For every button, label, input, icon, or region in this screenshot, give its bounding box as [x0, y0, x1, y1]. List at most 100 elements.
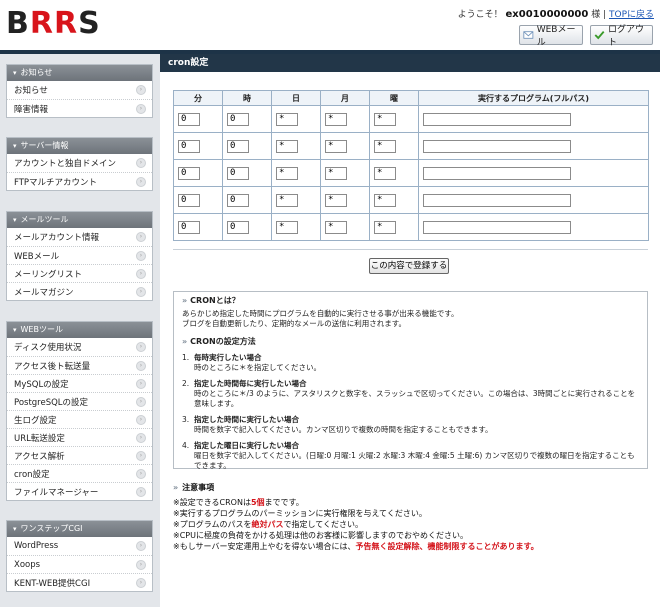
cell: *	[369, 105, 419, 133]
sidebar-item-url-forward[interactable]: URL転送設定 ›	[7, 428, 152, 446]
day-input[interactable]: *	[276, 166, 298, 180]
info-text: ブログを自動更新したり、定期的なメールの送信に利用されます。	[182, 319, 406, 328]
sidebar-item-xoops[interactable]: Xoops ›	[7, 555, 152, 573]
col-weekday: 曜	[369, 90, 419, 106]
minute-input[interactable]: 0	[178, 193, 200, 207]
program-input[interactable]	[423, 220, 571, 234]
sidebar-item-wordpress[interactable]: WordPress ›	[7, 537, 152, 555]
list-item: 1. 毎時実行したい場合 時のところに＊を指定してください。	[182, 353, 639, 373]
month-input[interactable]: *	[325, 139, 347, 153]
hour-input[interactable]: 0	[227, 112, 249, 126]
item-desc: 時のところに＊/3 のように、アスタリスクと数字を、スラッシュで区切ってください…	[194, 389, 636, 408]
sidebar-item-cron[interactable]: cron設定 ›	[7, 464, 152, 482]
sidebar-item-webmail[interactable]: WEBメール ›	[7, 246, 152, 264]
item-label: WordPress	[14, 541, 59, 551]
cell: *	[271, 186, 321, 214]
greeting: ようこそ！	[457, 10, 503, 20]
day-input[interactable]: *	[276, 112, 298, 126]
note-text: までです。	[264, 498, 304, 507]
item-number: 2.	[182, 379, 190, 388]
sidebar-item-notice[interactable]: お知らせ ›	[7, 81, 152, 99]
hour-input[interactable]: 0	[227, 220, 249, 234]
weekday-input[interactable]: *	[374, 166, 396, 180]
page: BRRS ようこそ！ ex0010000000 様 | TOPに戻る WEBメー…	[0, 0, 660, 607]
sidebar-item-disk-usage[interactable]: ディスク使用状況 ›	[7, 338, 152, 356]
minute-input[interactable]: 0	[178, 220, 200, 234]
cell: 0	[222, 105, 272, 133]
program-input[interactable]	[423, 166, 571, 180]
arrow-icon: ›	[136, 250, 146, 261]
group-title[interactable]: お知らせ	[7, 65, 152, 81]
sidebar-item-file-manager[interactable]: ファイルマネージャー ›	[7, 482, 152, 500]
note-emphasis: 5個	[250, 498, 265, 507]
item-label: お知らせ	[14, 86, 48, 96]
item-label: PostgreSQLの設定	[14, 397, 89, 408]
arrow-icon: ›	[136, 378, 146, 389]
day-input[interactable]: *	[276, 139, 298, 153]
program-input[interactable]	[423, 139, 571, 153]
mail-icon	[523, 31, 534, 39]
cron-table: 分 時 日 月 曜 実行するプログラム(フルパス) 0 0 * * * 0 0 …	[173, 90, 649, 241]
sidebar-item-incidents[interactable]: 障害情報 ›	[7, 99, 152, 117]
sidebar-item-mysql[interactable]: MySQLの設定 ›	[7, 374, 152, 392]
month-input[interactable]: *	[325, 193, 347, 207]
minute-input[interactable]: 0	[178, 112, 200, 126]
sidebar-item-mail-account[interactable]: メールアカウント情報 ›	[7, 228, 152, 246]
program-input[interactable]	[423, 193, 571, 207]
cell: 0	[173, 132, 223, 160]
item-body: 指定した時間毎に実行したい場合 時のところに＊/3 のように、アスタリスクと数字…	[194, 379, 639, 409]
sidebar-item-mailing-list[interactable]: メーリングリスト ›	[7, 264, 152, 282]
notes-section: 注意事項 ※設定できるCRONは5個までです。 ※実行するプログラムのパーミッシ…	[173, 482, 653, 552]
month-input[interactable]: *	[325, 220, 347, 234]
sidebar-item-access-analysis[interactable]: アクセス解析 ›	[7, 446, 152, 464]
program-input[interactable]	[423, 112, 571, 126]
sidebar-item-access-transfer[interactable]: アクセス後ト転送量 ›	[7, 356, 152, 374]
minute-input[interactable]: 0	[178, 139, 200, 153]
page-title: cron設定	[160, 54, 660, 72]
hour-input[interactable]: 0	[227, 193, 249, 207]
top-link[interactable]: TOPに戻る	[609, 10, 654, 20]
note-line: ※CPUに極度の負荷をかける処理は他のお客様に影響しますのでおやめください。	[173, 531, 468, 540]
arrow-icon: ›	[136, 360, 146, 371]
item-number: 3.	[182, 415, 190, 424]
hour-input[interactable]: 0	[227, 166, 249, 180]
sidebar-group-web: WEBツール ディスク使用状況 › アクセス後ト転送量 › MySQLの設定 › Po…	[6, 321, 153, 501]
cell: *	[369, 186, 419, 214]
sidebar-item-mail-magazine[interactable]: メールマガジン ›	[7, 282, 152, 300]
register-button[interactable]: この内容で登録する	[369, 258, 449, 274]
month-input[interactable]: *	[325, 112, 347, 126]
group-title[interactable]: サーバー情報	[7, 138, 152, 154]
weekday-input[interactable]: *	[374, 112, 396, 126]
sidebar-item-account-domain[interactable]: アカウントと独自ドメイン ›	[7, 154, 152, 172]
arrow-icon: ›	[136, 286, 146, 297]
sidebar-item-kent-web[interactable]: KENT-WEB提供CGI ›	[7, 573, 152, 591]
brrs-logo[interactable]: BRRS	[6, 9, 101, 39]
arrow-icon: ›	[136, 450, 146, 461]
info-heading: CRONとは？	[182, 296, 639, 306]
sidebar-item-ftp-multi[interactable]: FTPマルチアカウント ›	[7, 172, 152, 190]
sidebar-item-raw-log[interactable]: 生ログ設定 ›	[7, 410, 152, 428]
webmail-button[interactable]: WEBメール	[519, 25, 583, 48]
weekday-input[interactable]: *	[374, 139, 396, 153]
note-line: ※実行するプログラムのパーミッションに実行権限を与えてください。	[173, 509, 427, 518]
cell: *	[320, 159, 370, 187]
hour-input[interactable]: 0	[227, 139, 249, 153]
day-input[interactable]: *	[276, 193, 298, 207]
info-text: あらかじめ指定した時間にプログラムを自動的に実行させる事が出来る機能です。	[182, 309, 459, 318]
minute-input[interactable]: 0	[178, 166, 200, 180]
item-label: MySQLの設定	[14, 379, 69, 390]
cell	[418, 132, 649, 160]
weekday-input[interactable]: *	[374, 220, 396, 234]
logout-button[interactable]: ログアウト	[590, 25, 653, 48]
group-title[interactable]: ワンステップCGI	[7, 521, 152, 537]
group-title[interactable]: メールツール	[7, 212, 152, 228]
month-input[interactable]: *	[325, 166, 347, 180]
note-text: ※もしサーバー安定運用上やむを得ない場合には、	[173, 542, 356, 551]
item-label: メールアカウント情報	[14, 233, 100, 243]
group-title[interactable]: WEBツール	[7, 322, 152, 338]
sidebar: お知らせ お知らせ › 障害情報 › サーバー情報 アカウントと独自ドメイン › FT…	[0, 54, 160, 607]
day-input[interactable]: *	[276, 220, 298, 234]
notes-heading: 注意事項	[173, 482, 653, 493]
weekday-input[interactable]: *	[374, 193, 396, 207]
sidebar-item-postgresql[interactable]: PostgreSQLの設定 ›	[7, 392, 152, 410]
